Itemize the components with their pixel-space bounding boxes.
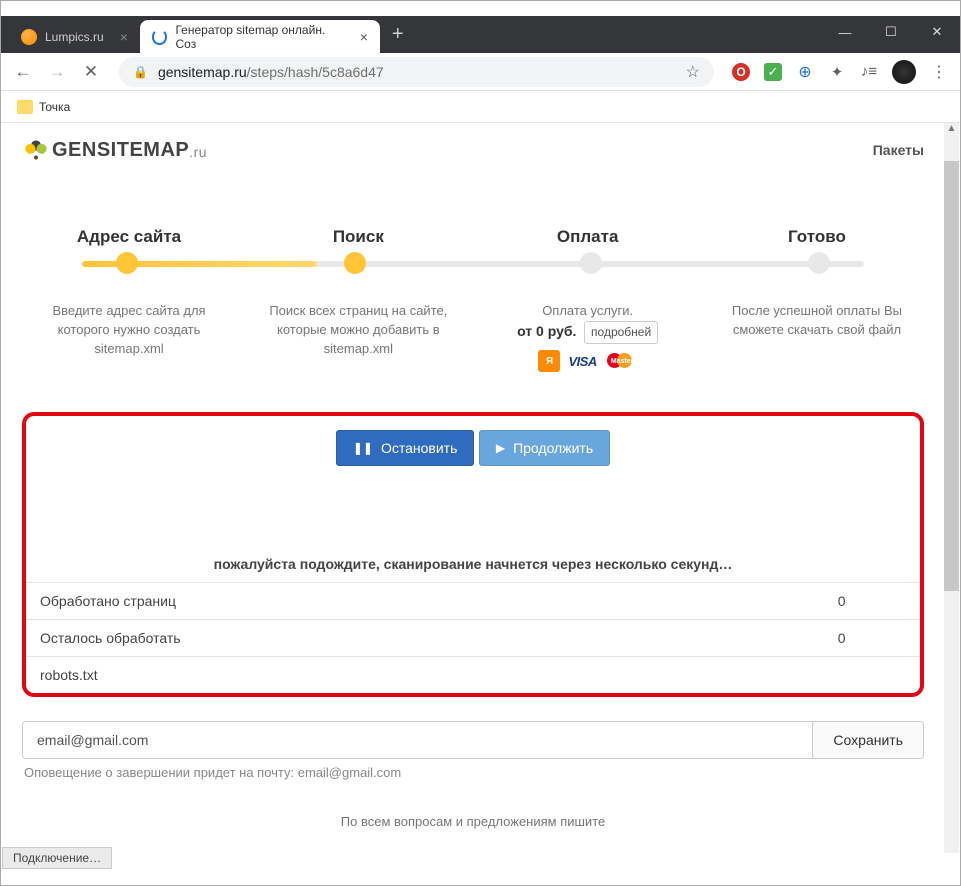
favicon-loading-icon [152,29,168,45]
scroll-thumb[interactable] [944,161,959,591]
chrome-menu-icon[interactable]: ⋮ [930,63,948,81]
step-dot-1 [116,252,138,274]
tab-label: Генератор sitemap онлайн. Соз [175,23,343,51]
progress-line [82,261,864,267]
close-tab-icon[interactable]: × [120,29,128,45]
folder-icon [17,100,33,114]
stop-button[interactable]: ❚❚Остановить [336,430,475,466]
details-button[interactable]: подробней [584,321,658,344]
logo-tree-icon [22,140,50,162]
step-title: Оплата [491,227,685,247]
address-bar: ← → ✕ 🔒 gensitemap.ru/steps/hash/5c8a6d4… [1,53,960,91]
packages-link[interactable]: Пакеты [873,142,924,158]
table-row: Обработано страниц0 [26,583,920,620]
tab-lumpics[interactable]: Lumpics.ru × [9,20,140,53]
scroll-up-icon[interactable]: ▲ [944,123,959,141]
logo[interactable]: GENSITEMAP.ru [22,139,207,162]
site-header: GENSITEMAP.ru Пакеты [2,123,944,177]
step-title: Готово [720,227,914,247]
forward-button[interactable]: → [47,62,67,82]
bookmark-folder-tochka[interactable]: Точка [17,100,70,114]
row-value: 0 [763,583,920,620]
stop-reload-button[interactable]: ✕ [81,62,101,82]
visa-icon: VISA [564,350,600,372]
email-note: Оповещение о завершении придет на почту:… [24,765,922,780]
yandex-money-icon: Я [538,350,560,372]
new-tab-button[interactable]: + [380,23,416,46]
bookmarks-bar: Точка [1,91,960,123]
ext-check-icon[interactable]: ✓ [764,63,782,81]
status-table: Обработано страниц0 Осталось обработать0… [26,582,920,693]
mastercard-icon: MasterCard [605,350,637,372]
url-text: gensitemap.ru/steps/hash/5c8a6d47 [158,64,384,80]
favicon-lumpics [21,29,37,45]
table-row: robots.txt [26,657,920,694]
step-address: Адрес сайта Введите адрес сайта для кото… [32,227,226,372]
bookmark-star-icon[interactable]: ☆ [686,62,700,82]
url-bar[interactable]: 🔒 gensitemap.ru/steps/hash/5c8a6d47 ☆ [119,57,714,87]
step-title: Поиск [261,227,455,247]
step-done: Готово После успешной оплаты Вы сможете … [720,227,914,372]
save-email-button[interactable]: Сохранить [812,722,923,758]
steps-wizard: Адрес сайта Введите адрес сайта для кото… [2,227,944,372]
tab-label: Lumpics.ru [45,30,104,44]
logo-text: GENSITEMAP [52,139,189,162]
minimize-button[interactable]: — [822,16,868,48]
profile-avatar[interactable] [892,60,916,84]
footer-text: По всем вопросам и предложениям пишите [2,814,944,829]
lock-icon: 🔒 [133,65,148,79]
price: от 0 руб. [517,323,576,339]
bookmark-label: Точка [39,100,70,114]
row-value: 0 [763,620,920,657]
close-tab-icon[interactable]: × [360,29,368,45]
media-control-icon[interactable]: ♪≡ [860,63,878,81]
maximize-button[interactable]: ☐ [868,16,914,48]
status-bar: Подключение… [2,847,112,869]
back-button[interactable]: ← [13,62,33,82]
step-title: Адрес сайта [32,227,226,247]
step-desc: Поиск всех страниц на сайте, которые мож… [261,302,455,359]
ext-globe-icon[interactable]: ⊕ [796,63,814,81]
step-desc: Введите адрес сайта для которого нужно с… [32,302,226,359]
pause-icon: ❚❚ [353,441,373,455]
titlebar: Lumpics.ru × Генератор sitemap онлайн. С… [1,16,960,53]
row-value [763,657,920,694]
close-window-button[interactable]: ✕ [914,16,960,48]
row-label: Обработано страниц [26,583,763,620]
step-desc: После успешной оплаты Вы сможете скачать… [720,302,914,340]
step-search: Поиск Поиск всех страниц на сайте, котор… [261,227,455,372]
logo-suffix: .ru [189,144,207,160]
step-payment: Оплата Оплата услуги.от 0 руб. подробней… [491,227,685,372]
continue-button[interactable]: ▶Продолжить [479,430,610,466]
payment-icons: Я VISA MasterCard [491,350,685,372]
play-icon: ▶ [496,441,505,455]
email-input[interactable] [23,722,812,758]
ext-opera-icon[interactable]: O [732,63,750,81]
scrollbar[interactable]: ▲ [944,123,959,853]
wait-message: пожалуйста подождите, сканирование начне… [26,546,920,582]
email-row: Сохранить [22,721,924,759]
row-label: robots.txt [26,657,763,694]
row-label: Осталось обработать [26,620,763,657]
step-desc: Оплата услуги.от 0 руб. подробней [491,302,685,344]
table-row: Осталось обработать0 [26,620,920,657]
extensions-icon[interactable]: ✦ [828,63,846,81]
scan-panel: ❚❚Остановить ▶Продолжить пожалуйста подо… [22,412,924,697]
step-dot-3 [580,252,602,274]
tab-gensitemap[interactable]: Генератор sitemap онлайн. Соз × [140,20,380,53]
page-viewport: GENSITEMAP.ru Пакеты Адрес сайта Введите… [2,123,944,853]
